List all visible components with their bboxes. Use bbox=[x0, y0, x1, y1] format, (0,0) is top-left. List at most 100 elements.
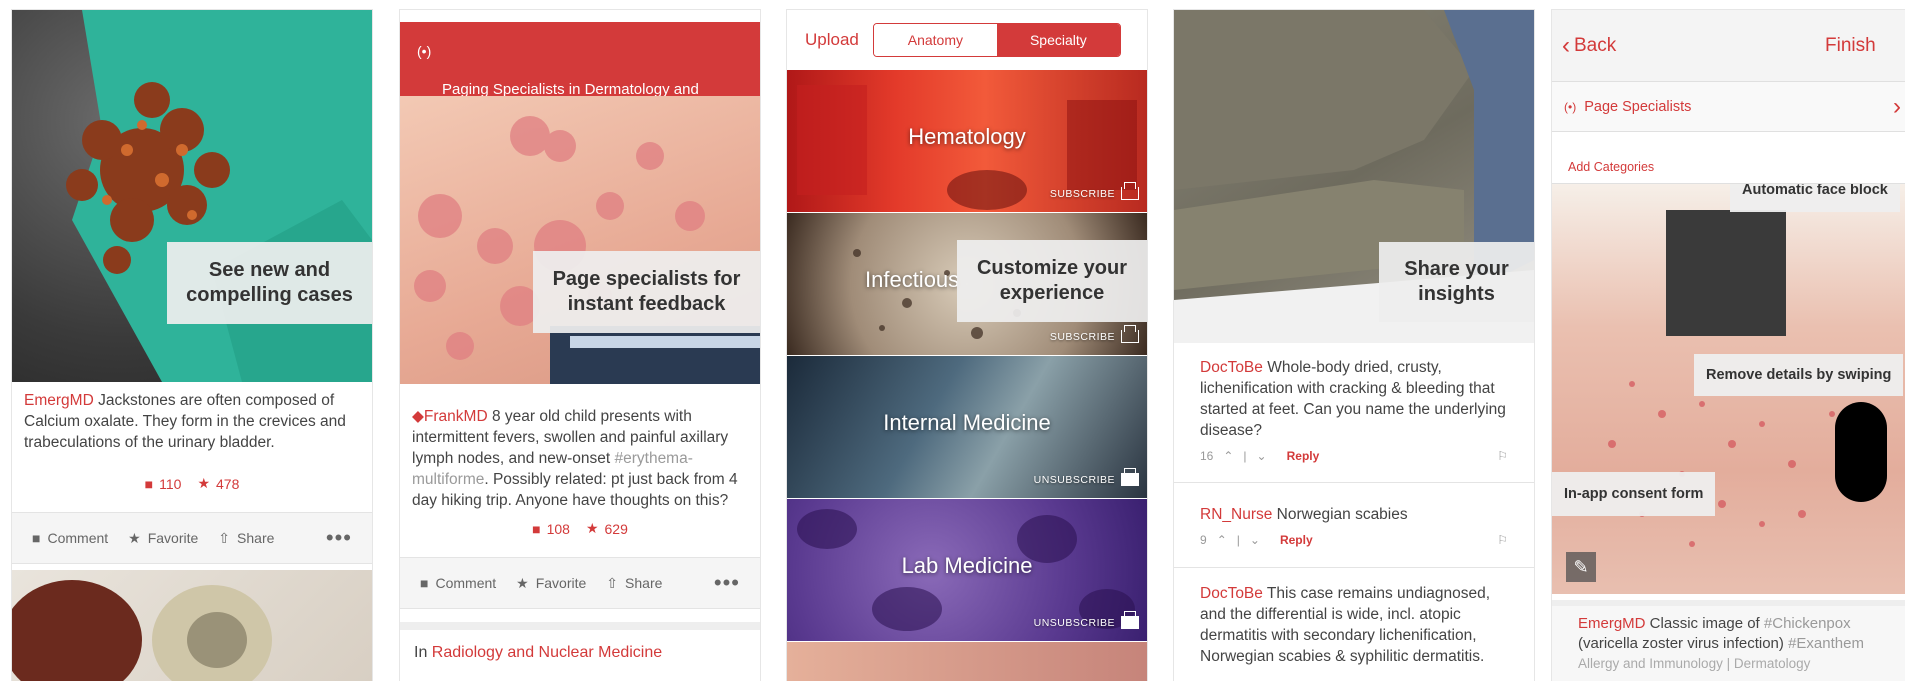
rash-illustration bbox=[414, 116, 760, 384]
hashtag-link[interactable]: #Chickenpox bbox=[1764, 615, 1851, 632]
tab-specialty[interactable]: Specialty bbox=[996, 24, 1120, 56]
screen-upload-privacy: ‹ Back Finish (•) Page Specialists › Add … bbox=[1552, 10, 1905, 681]
comment-item: DocToBe This case remains undiagnosed, a… bbox=[1200, 585, 1491, 665]
comment-item: DocToBe Whole-body dried, crusty, lichen… bbox=[1174, 355, 1534, 483]
inbox-tray-icon bbox=[1121, 182, 1139, 200]
label-automatic-face-block: Automatic face block bbox=[1730, 184, 1900, 212]
specialty-hematology[interactable]: Hematology SUBSCRIBE bbox=[787, 70, 1147, 212]
more-options-button[interactable]: ••• bbox=[326, 525, 352, 551]
screen-case-discussion: Share your insights DocToBe Whole-body d… bbox=[1174, 10, 1534, 681]
star-icon: ★ bbox=[516, 574, 529, 591]
page-specialists-row[interactable]: (•) Page Specialists › bbox=[1552, 82, 1905, 132]
specialty-infectious[interactable]: Infectious SUBSCRIBE Customize your expe… bbox=[787, 213, 1147, 355]
share-icon: ⇧ bbox=[218, 529, 231, 546]
more-options-button[interactable]: ••• bbox=[714, 570, 740, 596]
specialty-name: Hematology bbox=[908, 124, 1026, 150]
feature-overlay-new-cases: See new and compelling cases bbox=[167, 242, 372, 324]
post-stats: ■ 110 ★ 478 bbox=[12, 475, 372, 492]
case-image-jackstone[interactable]: See new and compelling cases bbox=[12, 10, 372, 382]
next-case-image[interactable] bbox=[12, 570, 372, 681]
reply-button[interactable]: Reply bbox=[1280, 533, 1313, 547]
feature-overlay-share-insights: Share your insights bbox=[1379, 242, 1534, 322]
broadcast-icon: (•) bbox=[417, 43, 432, 59]
comment-bubble-icon: ■ bbox=[144, 475, 154, 492]
reply-button[interactable]: Reply bbox=[1287, 449, 1320, 463]
favorite-count[interactable]: ★ 478 bbox=[197, 475, 239, 492]
star-icon: ★ bbox=[197, 475, 210, 491]
favorite-button[interactable]: ★ Favorite bbox=[516, 575, 586, 592]
star-icon: ★ bbox=[585, 520, 599, 536]
unsubscribe-toggle[interactable]: UNSUBSCRIBE bbox=[1034, 468, 1139, 486]
subscribe-toggle[interactable]: SUBSCRIBE bbox=[1050, 325, 1139, 343]
inbox-tray-filled-icon bbox=[1121, 611, 1139, 629]
verified-badge-icon: ◆ bbox=[412, 408, 424, 425]
comment-author[interactable]: DocToBe bbox=[1200, 359, 1263, 376]
comment-author[interactable]: RN_Nurse bbox=[1200, 506, 1272, 523]
segmented-control: Anatomy Specialty bbox=[872, 23, 1121, 57]
upvote-icon[interactable]: ⌃ bbox=[1223, 449, 1233, 463]
downvote-icon[interactable]: ⌄ bbox=[1250, 533, 1260, 547]
case-image-skin[interactable]: Share your insights bbox=[1174, 10, 1534, 343]
comment-count[interactable]: ■ 108 bbox=[532, 521, 570, 537]
share-button[interactable]: ⇧ Share bbox=[218, 530, 274, 547]
post-author[interactable]: FrankMD bbox=[424, 408, 488, 425]
share-icon: ⇧ bbox=[606, 574, 619, 591]
upload-button[interactable]: Upload bbox=[805, 30, 859, 50]
specialty-lab-medicine[interactable]: Lab Medicine UNSUBSCRIBE bbox=[787, 499, 1147, 641]
upvote-icon[interactable]: ⌃ bbox=[1217, 533, 1227, 547]
back-button[interactable]: ‹ Back bbox=[1562, 32, 1616, 60]
nav-bar: ‹ Back Finish bbox=[1552, 10, 1905, 82]
comment-button[interactable]: ■ Comment bbox=[420, 575, 496, 591]
vote-count: 9 bbox=[1200, 533, 1207, 547]
case-image-rash[interactable]: Page specialists for instant feedback bbox=[400, 96, 760, 384]
jackstone-illustration bbox=[66, 10, 372, 382]
label-consent-form: In-app consent form bbox=[1552, 472, 1716, 516]
favorite-button[interactable]: ★ Favorite bbox=[128, 530, 198, 547]
post-categories: Allergy and Immunology | Dermatology bbox=[1578, 656, 1811, 671]
feature-overlay-customize: Customize your experience bbox=[957, 240, 1147, 322]
post-action-bar: ■ Comment ★ Favorite ⇧ Share ••• bbox=[12, 512, 372, 564]
star-icon: ★ bbox=[128, 529, 141, 546]
feature-overlay-page-specialists: Page specialists for instant feedback bbox=[533, 251, 760, 333]
label-remove-details: Remove details by swiping bbox=[1694, 354, 1904, 396]
post-stats: ■ 108 ★ 629 bbox=[400, 520, 760, 537]
inbox-tray-filled-icon bbox=[1121, 468, 1139, 486]
add-categories-button[interactable]: Add Categories bbox=[1568, 160, 1654, 174]
broadcast-icon: (•) bbox=[1564, 99, 1577, 114]
comment-button[interactable]: ■ Comment bbox=[32, 530, 108, 546]
tab-anatomy[interactable]: Anatomy bbox=[873, 24, 997, 56]
subscribe-toggle[interactable]: SUBSCRIBE bbox=[1050, 182, 1139, 200]
downvote-icon[interactable]: ⌄ bbox=[1257, 449, 1267, 463]
vote-count: 16 bbox=[1200, 449, 1214, 463]
comment-item: RN_Nurse Norwegian scabies 9 ⌃ | ⌄ Reply… bbox=[1174, 490, 1534, 568]
screen-cases-feed: See new and compelling cases EmergMD Jac… bbox=[12, 10, 372, 681]
unsubscribe-toggle[interactable]: UNSUBSCRIBE bbox=[1034, 611, 1139, 629]
flag-icon[interactable]: ⚐ bbox=[1497, 449, 1508, 463]
chevron-right-icon: › bbox=[1893, 92, 1901, 120]
hashtag-link[interactable]: #Exanthem bbox=[1788, 635, 1864, 652]
comment-meta: 16 ⌃ | ⌄ Reply ⚐ bbox=[1200, 449, 1508, 463]
post-author[interactable]: EmergMD bbox=[1578, 615, 1646, 632]
share-button[interactable]: ⇧ Share bbox=[606, 575, 662, 592]
favorite-count[interactable]: ★ 629 bbox=[586, 520, 628, 537]
paging-banner[interactable]: (•) Paging Specialists in Dermatology an… bbox=[400, 22, 760, 118]
comment-count[interactable]: ■ 110 bbox=[145, 476, 182, 492]
next-specialty-strip[interactable] bbox=[787, 642, 1147, 681]
face-block-overlay bbox=[1666, 210, 1786, 336]
edit-button[interactable]: ✎ bbox=[1566, 552, 1596, 582]
comment-meta: 9 ⌃ | ⌄ Reply ⚐ bbox=[1200, 533, 1508, 547]
specialty-internal-medicine[interactable]: Internal Medicine UNSUBSCRIBE bbox=[787, 356, 1147, 498]
tissue-specimen-illustration bbox=[12, 580, 272, 681]
finish-button[interactable]: Finish bbox=[1825, 35, 1905, 57]
comment-icon: ■ bbox=[420, 575, 429, 591]
category-link[interactable]: Radiology and Nuclear Medicine bbox=[432, 644, 662, 661]
next-section-header: In Radiology and Nuclear Medicine bbox=[400, 622, 760, 681]
comment-author[interactable]: DocToBe bbox=[1200, 585, 1263, 602]
case-description: ◆FrankMD 8 year old child presents with … bbox=[412, 408, 738, 509]
post-author[interactable]: EmergMD bbox=[24, 392, 94, 409]
case-description: EmergMD Jackstones are often composed of… bbox=[24, 390, 360, 453]
flag-icon[interactable]: ⚐ bbox=[1497, 533, 1508, 547]
post-action-bar: ■ Comment ★ Favorite ⇧ Share ••• bbox=[400, 557, 760, 609]
add-categories-row: Add Categories bbox=[1552, 132, 1905, 184]
case-image-chickenpox[interactable]: Automatic face block Remove details by s… bbox=[1552, 184, 1905, 594]
